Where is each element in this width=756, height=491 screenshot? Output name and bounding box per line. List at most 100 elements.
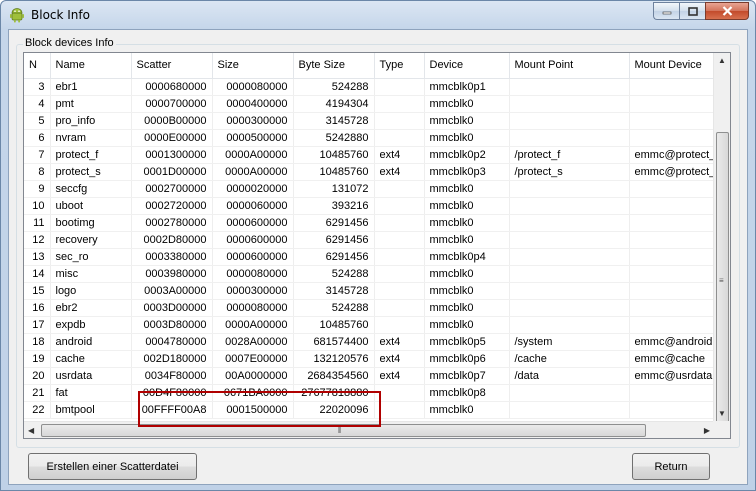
cell-size: 0000A00000 — [212, 146, 294, 164]
cell-mount-device — [629, 299, 725, 317]
scroll-corner — [713, 421, 730, 438]
cell-name: recovery — [50, 231, 132, 249]
scroll-up-arrow-icon[interactable]: ▲ — [718, 56, 726, 65]
cell-n: 19 — [24, 350, 51, 368]
cell-size: 0000080000 — [212, 265, 294, 283]
table-row[interactable]: 18 android 0004780000 0028A00000 681574400 ex… — [24, 333, 725, 351]
table-row[interactable]: 10 uboot 0002720000 0000060000 393216 mmcblk0 — [24, 197, 725, 215]
cell-byte-size: 10485760 — [293, 316, 375, 334]
table-row[interactable]: 19 cache 002D180000 0007E00000 132120576 ext4… — [24, 350, 725, 368]
cell-device: mmcblk0 — [424, 214, 510, 232]
cell-mount-point — [509, 197, 630, 215]
close-button[interactable] — [705, 2, 749, 20]
vertical-scrollbar[interactable]: ▲ ≡ ▼ — [713, 53, 730, 434]
cell-n: 7 — [24, 146, 51, 164]
cell-name: ebr1 — [50, 78, 132, 96]
cell-scatter: 0003A00000 — [131, 282, 213, 300]
cell-mount-device — [629, 282, 725, 300]
cell-type — [374, 95, 425, 113]
caption-buttons — [653, 2, 749, 20]
column-header-mount-point[interactable]: Mount Point — [509, 53, 630, 79]
cell-type — [374, 112, 425, 130]
table-row[interactable]: 14 misc 0003980000 0000080000 524288 mmcblk0 — [24, 265, 725, 283]
cell-size: 0000300000 — [212, 112, 294, 130]
minimize-button[interactable] — [653, 2, 679, 20]
cell-byte-size: 524288 — [293, 299, 375, 317]
scroll-right-arrow-icon[interactable]: ▶ — [704, 426, 710, 435]
cell-scatter: 0000700000 — [131, 95, 213, 113]
column-header-device[interactable]: Device — [424, 53, 510, 79]
cell-device: mmcblk0p6 — [424, 350, 510, 368]
cell-byte-size: 5242880 — [293, 129, 375, 147]
table-row[interactable]: 9 seccfg 0002700000 0000020000 131072 mmcblk0 — [24, 180, 725, 198]
column-header-n[interactable]: N — [24, 53, 51, 79]
column-header-type[interactable]: Type — [374, 53, 425, 79]
cell-mount-device — [629, 78, 725, 96]
table-row[interactable]: 5 pro_info 0000B00000 0000300000 3145728 mmcb… — [24, 112, 725, 130]
cell-mount-point — [509, 299, 630, 317]
create-scatter-file-button[interactable]: Erstellen einer Scatterdatei — [28, 453, 197, 480]
cell-mount-point: /protect_f — [509, 146, 630, 164]
column-header-mount-device[interactable]: Mount Device — [629, 53, 725, 79]
scroll-left-arrow-icon[interactable]: ◀ — [28, 426, 34, 435]
maximize-button[interactable] — [679, 2, 705, 20]
table-row[interactable]: 6 nvram 0000E00000 0000500000 5242880 mmcblk0 — [24, 129, 725, 147]
table-row[interactable]: 7 protect_f 0001300000 0000A00000 10485760 ex… — [24, 146, 725, 164]
cell-mount-device: emmc@protect_f — [629, 146, 725, 164]
table-row[interactable]: 4 pmt 0000700000 0000400000 4194304 mmcblk0 — [24, 95, 725, 113]
cell-size: 0000A00000 — [212, 316, 294, 334]
cell-mount-device — [629, 95, 725, 113]
table-row[interactable]: 3 ebr1 0000680000 0000080000 524288 mmcblk0p1 — [24, 78, 725, 96]
table-row[interactable]: 20 usrdata 0034F80000 00A0000000 2684354560 e… — [24, 367, 725, 385]
column-header-byte-size[interactable]: Byte Size — [293, 53, 375, 79]
cell-n: 13 — [24, 248, 51, 266]
cell-type: ext4 — [374, 333, 425, 351]
cell-size: 0000600000 — [212, 231, 294, 249]
cell-type: ext4 — [374, 350, 425, 368]
cell-device: mmcblk0p4 — [424, 248, 510, 266]
cell-type — [374, 129, 425, 147]
table-row[interactable]: 13 sec_ro 0003380000 0000600000 6291456 mmcbl… — [24, 248, 725, 266]
cell-size: 0028A00000 — [212, 333, 294, 351]
cell-name: fat — [50, 384, 132, 402]
cell-mount-device: emmc@android — [629, 333, 725, 351]
return-button[interactable]: Return — [632, 453, 710, 480]
cell-byte-size: 2684354560 — [293, 367, 375, 385]
cell-device: mmcblk0 — [424, 265, 510, 283]
table-row[interactable]: 11 bootimg 0002780000 0000600000 6291456 mmcb… — [24, 214, 725, 232]
cell-mount-device — [629, 197, 725, 215]
cell-name: bmtpool — [50, 401, 132, 419]
table-row[interactable]: 16 ebr2 0003D00000 0000080000 524288 mmcblk0 — [24, 299, 725, 317]
window-title: Block Info — [31, 8, 90, 22]
table-row[interactable]: 12 recovery 0002D80000 0000600000 6291456 mmc… — [24, 231, 725, 249]
cell-device: mmcblk0 — [424, 95, 510, 113]
grip-icon: ⦀ — [338, 426, 342, 435]
cell-mount-device — [629, 384, 725, 402]
cell-mount-point — [509, 95, 630, 113]
cell-name: bootimg — [50, 214, 132, 232]
block-devices-list[interactable]: N Name Scatter Size Byte Size Type Devic… — [23, 52, 731, 439]
table-row[interactable]: 17 expdb 0003D80000 0000A00000 10485760 mmcbl… — [24, 316, 725, 334]
cell-byte-size: 10485760 — [293, 163, 375, 181]
column-header-name[interactable]: Name — [50, 53, 132, 79]
column-header-size[interactable]: Size — [212, 53, 294, 79]
cell-name: nvram — [50, 129, 132, 147]
cell-name: usrdata — [50, 367, 132, 385]
vertical-scroll-thumb[interactable]: ≡ — [716, 132, 729, 434]
cell-device: mmcblk0p5 — [424, 333, 510, 351]
table-row[interactable]: 8 protect_s 0001D00000 0000A00000 10485760 ex… — [24, 163, 725, 181]
cell-device: mmcblk0 — [424, 282, 510, 300]
cell-scatter: 0003380000 — [131, 248, 213, 266]
cell-size: 0000600000 — [212, 214, 294, 232]
cell-type — [374, 299, 425, 317]
column-header-scatter[interactable]: Scatter — [131, 53, 213, 79]
cell-size: 0000500000 — [212, 129, 294, 147]
cell-name: expdb — [50, 316, 132, 334]
cell-byte-size: 3145728 — [293, 112, 375, 130]
cell-n: 21 — [24, 384, 51, 402]
table-row[interactable]: 15 logo 0003A00000 0000300000 3145728 mmcblk0 — [24, 282, 725, 300]
title-bar[interactable]: Block Info — [1, 1, 755, 29]
cell-n: 22 — [24, 401, 51, 419]
grip-icon: ≡ — [719, 276, 724, 285]
scroll-down-arrow-icon[interactable]: ▼ — [718, 409, 726, 418]
